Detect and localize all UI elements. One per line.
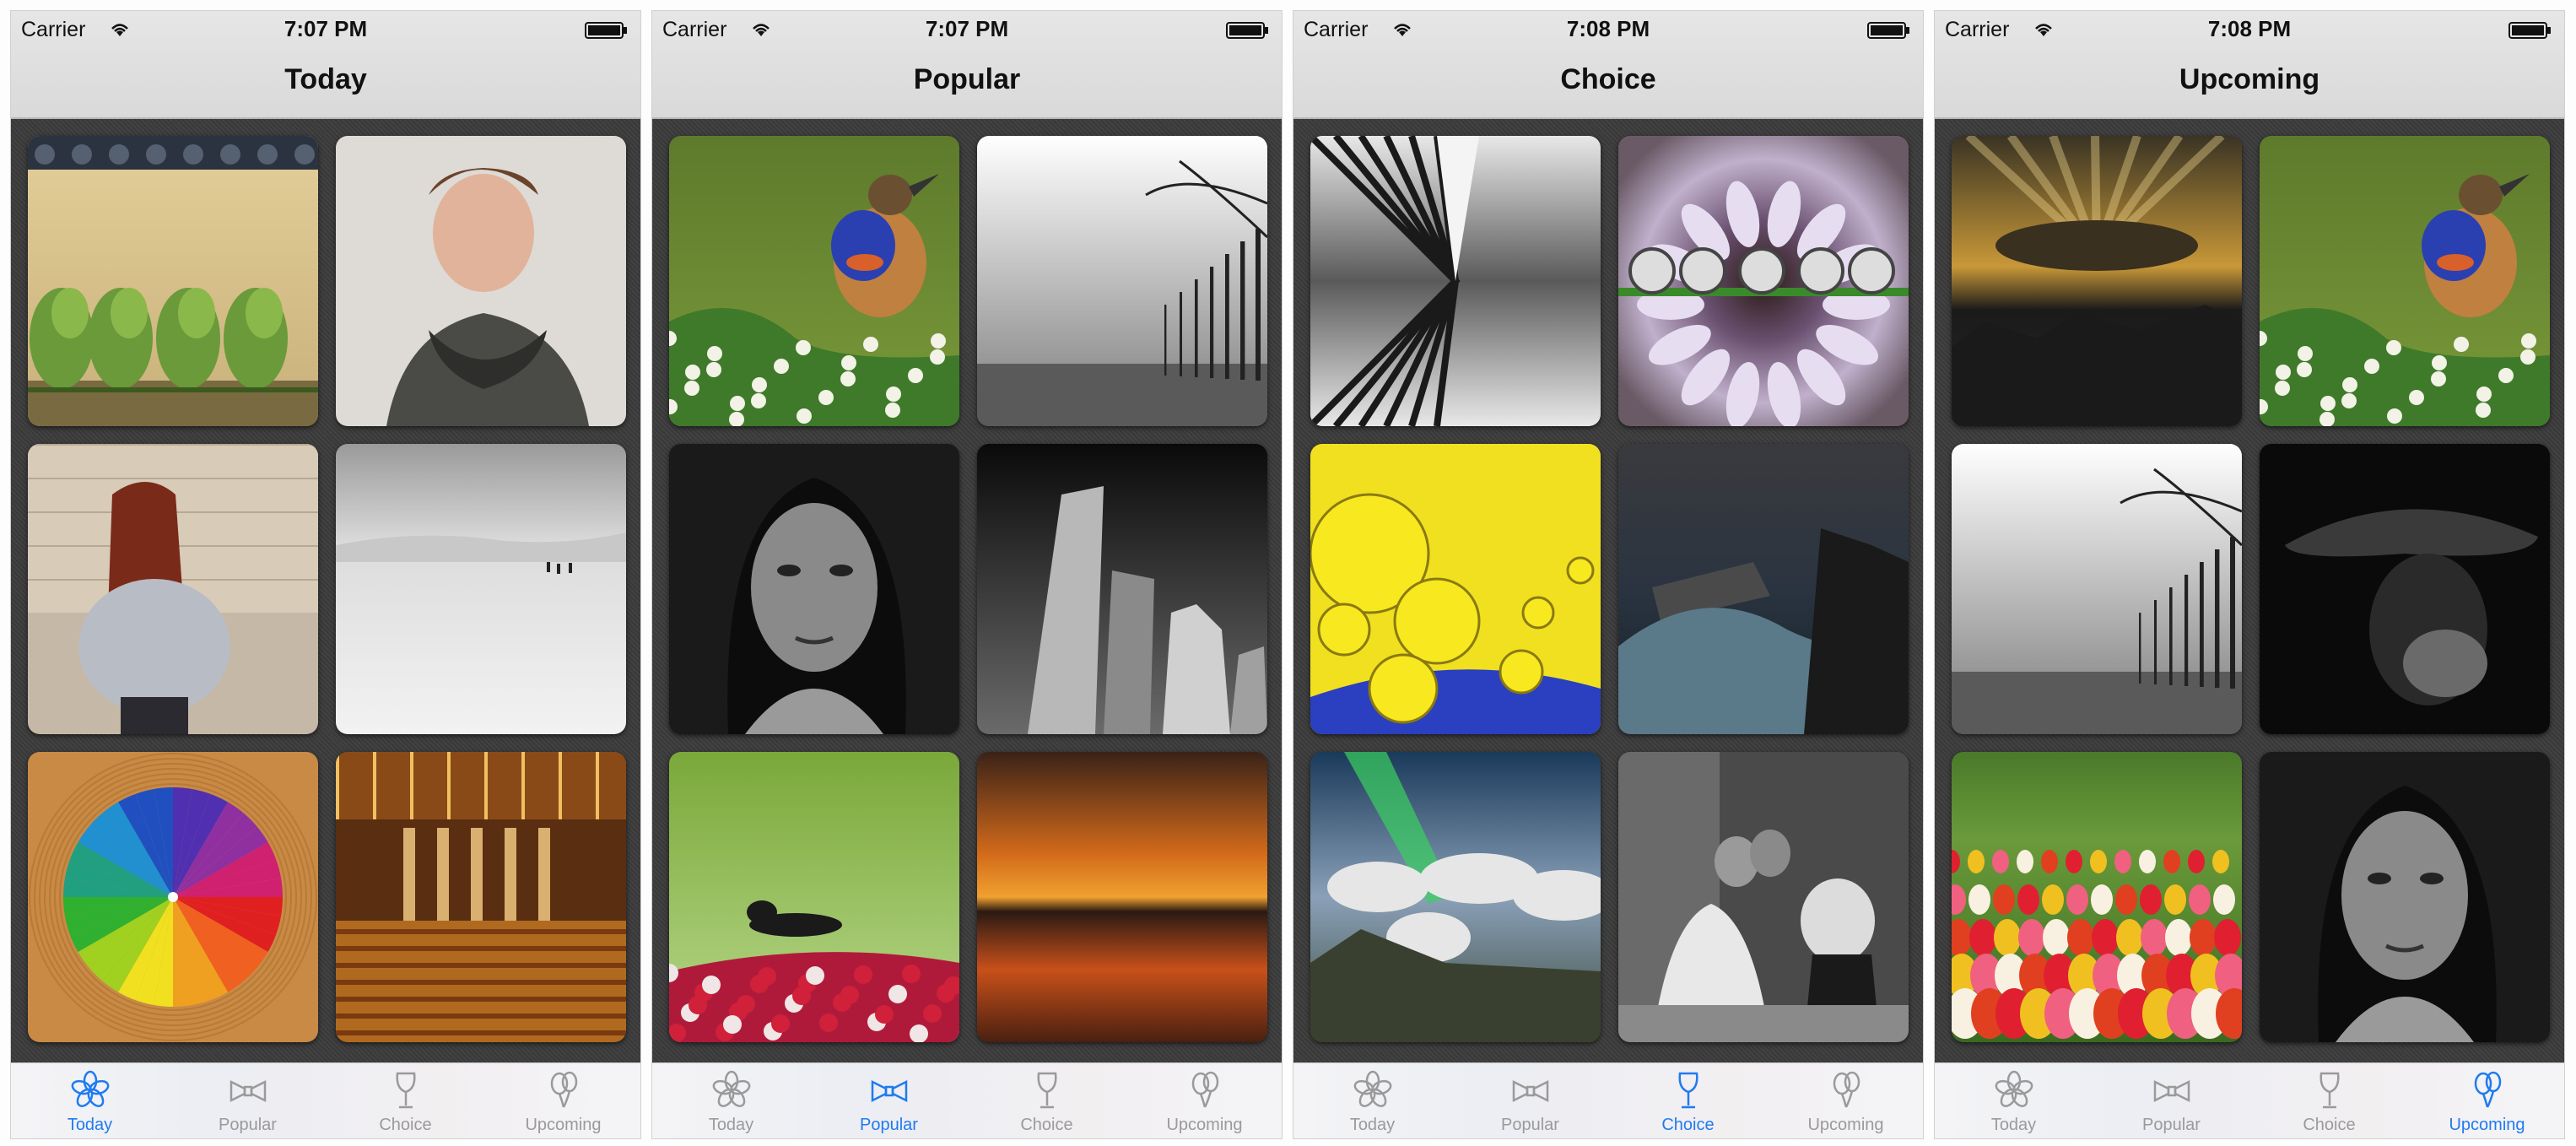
phone-screen-popular: Carrier 7:07 PM Popular Today Popular Ch… xyxy=(651,10,1283,1139)
status-bar: Carrier 7:08 PM xyxy=(1293,11,1923,46)
photo-thumbnail[interactable] xyxy=(977,752,1267,1042)
photo-thumbnail[interactable] xyxy=(977,444,1267,734)
status-bar: Carrier 7:07 PM xyxy=(11,11,640,46)
tab-upcoming[interactable]: Upcoming xyxy=(484,1063,640,1138)
battery-icon xyxy=(1226,21,1270,46)
status-time: 7:08 PM xyxy=(2207,16,2292,41)
photo-thumbnail[interactable] xyxy=(28,752,318,1042)
navigation-bar: Carrier 7:07 PM Today xyxy=(11,11,640,119)
photo-thumbnail[interactable] xyxy=(336,752,626,1042)
photo-thumbnail[interactable] xyxy=(1310,136,1601,426)
tab-today[interactable]: Today xyxy=(652,1063,810,1138)
tab-label: Today xyxy=(708,1116,754,1134)
battery-icon xyxy=(1867,21,1911,46)
tab-label: Choice xyxy=(2303,1116,2356,1134)
photo-thumbnail[interactable] xyxy=(669,136,959,426)
tab-label: Upcoming xyxy=(1166,1116,1243,1134)
phone-screen-upcoming: Carrier 7:08 PM Upcoming Today Popular C… xyxy=(1934,10,2565,1139)
tab-label: Today xyxy=(67,1116,113,1134)
tab-label: Choice xyxy=(379,1116,432,1134)
phone-screen-choice: Carrier 7:08 PM Choice Today Popular Cho… xyxy=(1293,10,1924,1139)
tab-bar: Today Popular Choice Upcoming xyxy=(1935,1062,2564,1138)
tab-label: Choice xyxy=(1661,1116,1715,1134)
photo-thumbnail[interactable] xyxy=(28,444,318,734)
tab-popular[interactable]: Popular xyxy=(1451,1063,1609,1138)
status-time: 7:07 PM xyxy=(284,16,368,41)
tab-today[interactable]: Today xyxy=(11,1063,169,1138)
tab-upcoming[interactable]: Upcoming xyxy=(1126,1063,1282,1138)
navigation-bar: Carrier 7:08 PM Choice xyxy=(1293,11,1923,119)
page-title: Choice xyxy=(1560,63,1656,95)
photo-thumbnail[interactable] xyxy=(1618,136,1909,426)
tab-label: Upcoming xyxy=(525,1116,602,1134)
photo-thumbnail[interactable] xyxy=(2260,136,2550,426)
tab-choice[interactable]: Choice xyxy=(1609,1063,1767,1138)
tab-label: Today xyxy=(1990,1116,2037,1134)
photo-thumbnail[interactable] xyxy=(1310,752,1601,1042)
tab-label: Popular xyxy=(860,1116,918,1134)
photo-thumbnail[interactable] xyxy=(2260,444,2550,734)
photo-grid xyxy=(652,119,1282,1064)
photo-thumbnail[interactable] xyxy=(2260,752,2550,1042)
battery-icon xyxy=(585,21,629,46)
status-time: 7:07 PM xyxy=(925,16,1009,41)
photo-thumbnail[interactable] xyxy=(1618,752,1909,1042)
photo-thumbnail[interactable] xyxy=(336,444,626,734)
photo-thumbnail[interactable] xyxy=(977,136,1267,426)
battery-icon xyxy=(2508,21,2552,46)
tab-label: Popular xyxy=(219,1116,277,1134)
tab-choice[interactable]: Choice xyxy=(327,1063,484,1138)
status-bar: Carrier 7:08 PM xyxy=(1935,11,2564,46)
phone-screen-today: Carrier 7:07 PM Today Today Popular Choi… xyxy=(10,10,641,1139)
page-title: Upcoming xyxy=(2179,63,2320,95)
tab-popular[interactable]: Popular xyxy=(2093,1063,2250,1138)
tab-label: Today xyxy=(1349,1116,1396,1134)
status-time: 7:08 PM xyxy=(1566,16,1650,41)
tab-label: Upcoming xyxy=(1807,1116,1884,1134)
tab-upcoming[interactable]: Upcoming xyxy=(2408,1063,2564,1138)
photo-grid xyxy=(1293,119,1923,1064)
page-title: Today xyxy=(284,63,367,95)
tab-label: Popular xyxy=(1501,1116,1559,1134)
photo-thumbnail[interactable] xyxy=(1952,752,2242,1042)
tab-popular[interactable]: Popular xyxy=(810,1063,968,1138)
status-bar: Carrier 7:07 PM xyxy=(652,11,1282,46)
tab-bar: Today Popular Choice Upcoming xyxy=(1293,1062,1923,1138)
photo-grid xyxy=(11,119,640,1064)
photo-thumbnail[interactable] xyxy=(1952,136,2242,426)
photo-grid xyxy=(1935,119,2564,1064)
photo-thumbnail[interactable] xyxy=(28,136,318,426)
photo-thumbnail[interactable] xyxy=(669,444,959,734)
navigation-bar: Carrier 7:07 PM Popular xyxy=(652,11,1282,119)
tab-popular[interactable]: Popular xyxy=(169,1063,327,1138)
tab-bar: Today Popular Choice Upcoming xyxy=(11,1062,640,1138)
tab-label: Upcoming xyxy=(2449,1116,2525,1134)
tab-label: Choice xyxy=(1020,1116,1073,1134)
photo-thumbnail[interactable] xyxy=(1310,444,1601,734)
tab-choice[interactable]: Choice xyxy=(968,1063,1126,1138)
page-title: Popular xyxy=(913,63,1021,95)
navigation-bar: Carrier 7:08 PM Upcoming xyxy=(1935,11,2564,119)
tab-label: Popular xyxy=(2142,1116,2201,1134)
tab-today[interactable]: Today xyxy=(1293,1063,1451,1138)
photo-thumbnail[interactable] xyxy=(336,136,626,426)
tab-bar: Today Popular Choice Upcoming xyxy=(652,1062,1282,1138)
photo-thumbnail[interactable] xyxy=(1952,444,2242,734)
photo-thumbnail[interactable] xyxy=(669,752,959,1042)
photo-thumbnail[interactable] xyxy=(1618,444,1909,734)
tab-today[interactable]: Today xyxy=(1935,1063,2093,1138)
tab-choice[interactable]: Choice xyxy=(2250,1063,2408,1138)
tab-upcoming[interactable]: Upcoming xyxy=(1767,1063,1923,1138)
